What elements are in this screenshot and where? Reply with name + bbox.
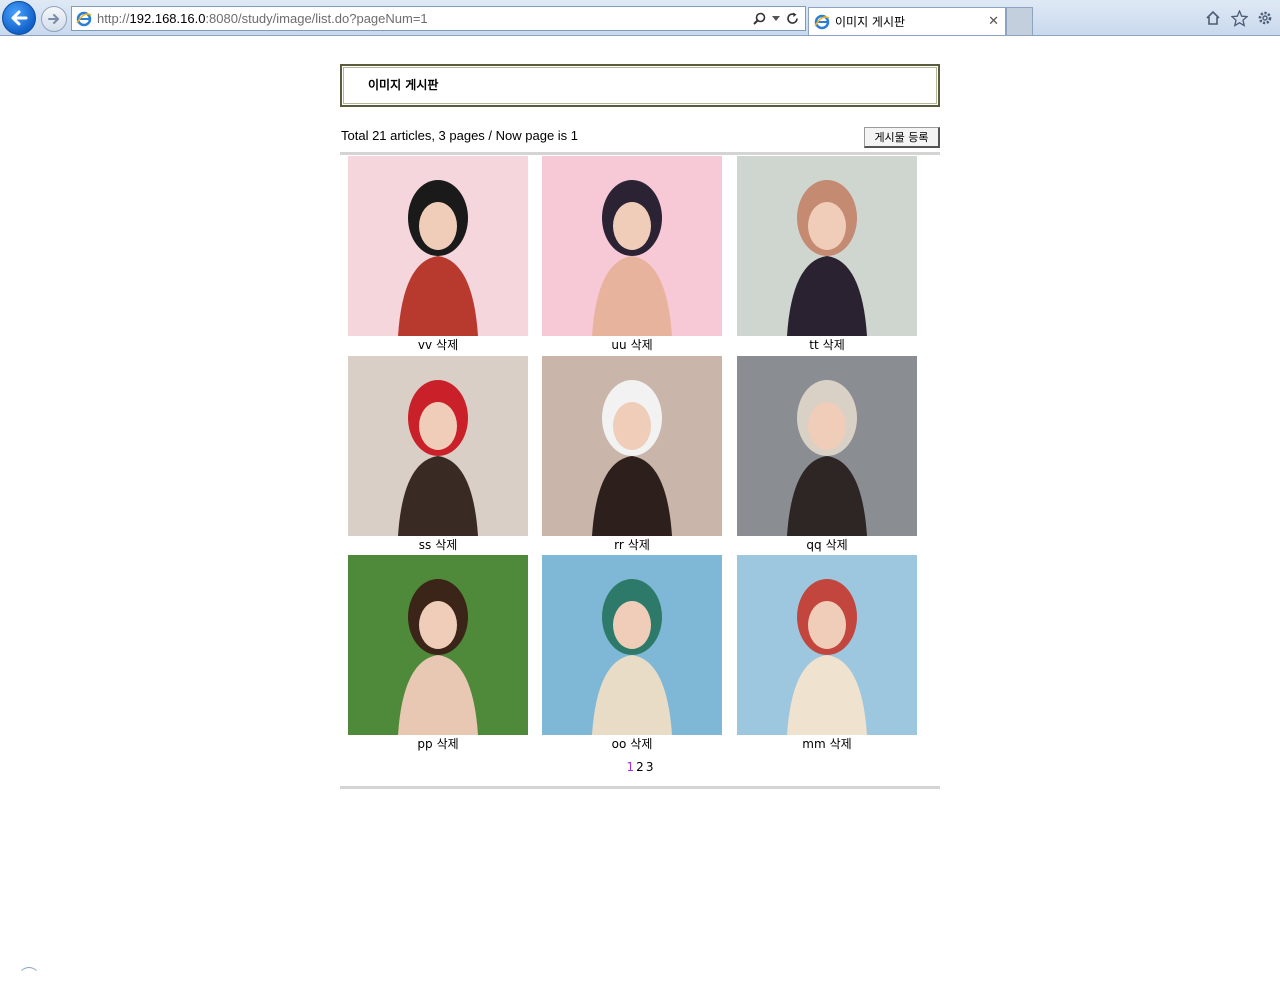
photo-placeholder	[737, 356, 917, 536]
tab-title: 이미지 게시판	[835, 15, 906, 29]
delete-link[interactable]: 삭제	[628, 538, 650, 552]
image-caption: rr 삭제	[542, 537, 722, 553]
photo-placeholder	[737, 156, 917, 336]
page-title: 이미지 게시판	[368, 78, 439, 92]
browser-toolbar: http://192.168.16.0:8080/study/image/lis…	[0, 0, 1280, 36]
image-caption: ss 삭제	[348, 537, 528, 553]
ie-logo-icon	[76, 11, 92, 26]
page-link-3[interactable]: 3	[646, 760, 654, 774]
image-thumbnail[interactable]	[542, 555, 722, 735]
image-caption: qq 삭제	[737, 537, 917, 553]
photo-placeholder	[542, 555, 722, 735]
image-caption: mm 삭제	[737, 736, 917, 752]
settings-gear-icon[interactable]	[1256, 9, 1274, 27]
image-caption: pp 삭제	[348, 736, 528, 752]
image-item: qq 삭제	[737, 356, 917, 553]
address-bar[interactable]: http://192.168.16.0:8080/study/image/lis…	[71, 6, 806, 31]
image-title-link[interactable]: ss	[419, 538, 432, 552]
photo-placeholder	[542, 356, 722, 536]
photo-placeholder	[737, 555, 917, 735]
image-caption: oo 삭제	[542, 736, 722, 752]
forward-button[interactable]	[41, 6, 67, 32]
write-post-button[interactable]: 게시물 등록	[864, 127, 940, 148]
delete-link[interactable]: 삭제	[826, 538, 848, 552]
home-icon[interactable]	[1204, 9, 1222, 27]
photo-placeholder	[348, 356, 528, 536]
image-title-link[interactable]: pp	[417, 737, 432, 751]
tab-image-board[interactable]: 이미지 게시판 ✕	[808, 7, 1006, 35]
image-title-link[interactable]: uu	[611, 338, 626, 352]
new-tab-button[interactable]	[1006, 7, 1033, 35]
image-thumbnail[interactable]	[737, 356, 917, 536]
back-button[interactable]	[2, 1, 36, 35]
delete-link[interactable]: 삭제	[631, 338, 653, 352]
image-item: ss 삭제	[348, 356, 528, 553]
image-item: tt 삭제	[737, 156, 917, 353]
divider-top	[340, 152, 940, 155]
image-thumbnail[interactable]	[348, 156, 528, 336]
delete-link[interactable]: 삭제	[823, 338, 845, 352]
delete-link[interactable]: 삭제	[830, 737, 852, 751]
article-summary: Total 21 articles, 3 pages / Now page is…	[341, 128, 579, 143]
delete-link[interactable]: 삭제	[630, 737, 652, 751]
forward-arrow-icon	[48, 14, 59, 24]
image-item: oo 삭제	[542, 555, 722, 752]
ie-logo-icon	[814, 14, 830, 29]
image-item: uu 삭제	[542, 156, 722, 353]
board-header: 이미지 게시판	[340, 64, 940, 107]
image-thumbnail[interactable]	[542, 356, 722, 536]
photo-placeholder	[348, 156, 528, 336]
image-title-link[interactable]: tt	[809, 338, 818, 352]
close-icon[interactable]: ✕	[988, 14, 999, 29]
image-caption: tt 삭제	[737, 337, 917, 353]
photo-placeholder	[348, 555, 528, 735]
search-icon[interactable]	[753, 12, 766, 25]
image-thumbnail[interactable]	[737, 555, 917, 735]
page-link-1[interactable]: 1	[627, 760, 635, 774]
image-thumbnail[interactable]	[348, 555, 528, 735]
image-item: vv 삭제	[348, 156, 528, 353]
pagination: 123	[340, 760, 940, 774]
image-title-link[interactable]: mm	[802, 737, 825, 751]
image-item: mm 삭제	[737, 555, 917, 752]
image-item: pp 삭제	[348, 555, 528, 752]
delete-link[interactable]: 삭제	[437, 737, 459, 751]
page-link-2[interactable]: 2	[636, 760, 644, 774]
image-caption: uu 삭제	[542, 337, 722, 353]
image-item: rr 삭제	[542, 356, 722, 553]
divider-bottom	[340, 786, 940, 789]
refresh-icon[interactable]	[786, 12, 799, 25]
photo-placeholder	[542, 156, 722, 336]
image-title-link[interactable]: vv	[418, 338, 432, 352]
image-caption: vv 삭제	[348, 337, 528, 353]
favorites-star-icon[interactable]	[1230, 9, 1248, 27]
url-text: http://192.168.16.0:8080/study/image/lis…	[97, 11, 428, 26]
back-arrow-icon	[11, 10, 28, 26]
delete-link[interactable]: 삭제	[436, 338, 458, 352]
image-title-link[interactable]: rr	[614, 538, 624, 552]
image-thumbnail[interactable]	[542, 156, 722, 336]
image-thumbnail[interactable]	[737, 156, 917, 336]
delete-link[interactable]: 삭제	[435, 538, 457, 552]
image-title-link[interactable]: qq	[806, 538, 821, 552]
dropdown-icon[interactable]	[772, 15, 780, 22]
status-icon	[18, 967, 40, 989]
image-title-link[interactable]: oo	[612, 737, 627, 751]
image-thumbnail[interactable]	[348, 356, 528, 536]
